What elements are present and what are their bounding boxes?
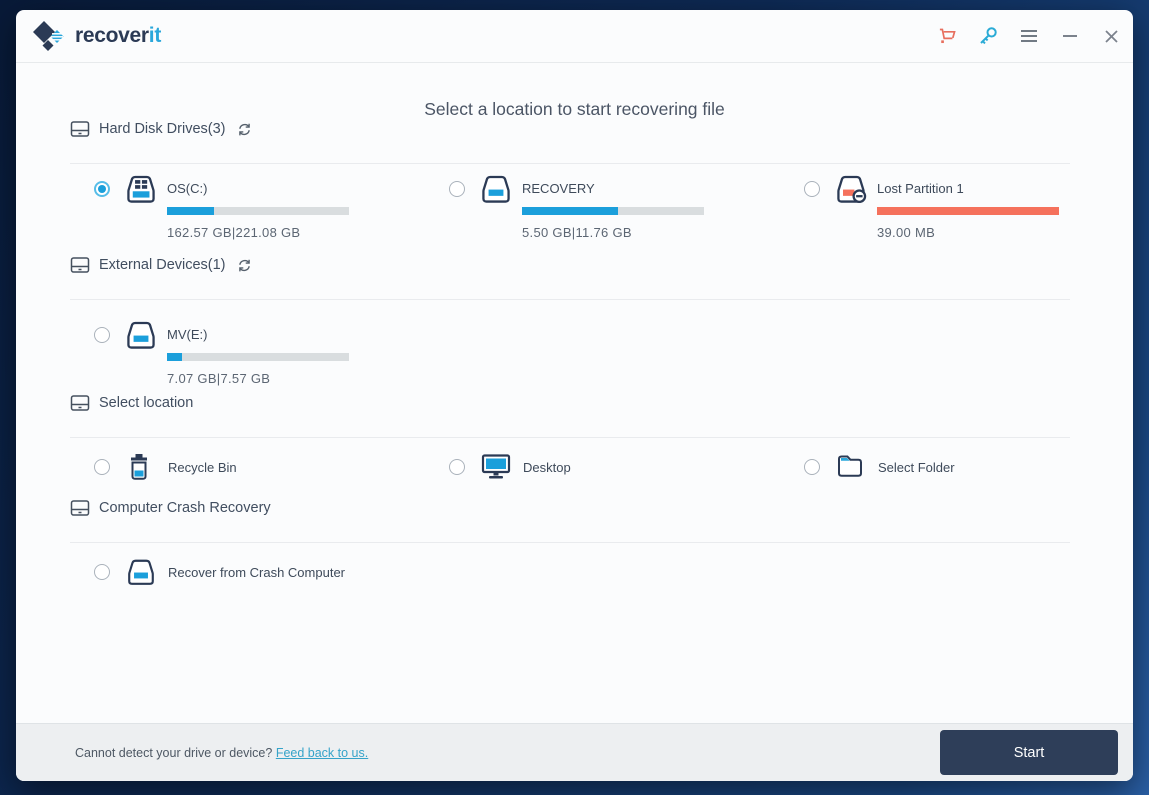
location-label: Recycle Bin bbox=[168, 460, 237, 475]
location-label: Desktop bbox=[523, 460, 571, 475]
location-label: Recover from Crash Computer bbox=[168, 565, 345, 580]
feedback-link[interactable]: Feed back to us. bbox=[276, 746, 368, 760]
system-drive-icon bbox=[125, 174, 157, 204]
hard-disk-list: OS(C:) 162.57 GB|221.08 GB RECOVERY 5.50… bbox=[94, 170, 1093, 240]
location-label: Select Folder bbox=[878, 460, 955, 475]
hard-drive-icon bbox=[70, 120, 90, 138]
drive-label: Lost Partition 1 bbox=[877, 174, 1059, 204]
capacity-bar-fill bbox=[877, 207, 1059, 215]
lost-partition-icon bbox=[835, 174, 867, 204]
capacity-bar bbox=[522, 207, 704, 215]
partition-drive-icon bbox=[125, 320, 157, 350]
capacity-bar-fill bbox=[167, 353, 182, 361]
section-label: Hard Disk Drives(3) bbox=[99, 121, 226, 137]
close-button[interactable] bbox=[1099, 24, 1123, 48]
hard-drive-icon bbox=[70, 256, 90, 274]
drive-card-mv-e[interactable]: MV(E:) 7.07 GB|7.57 GB bbox=[94, 316, 449, 386]
section-hard-disk-drives: Hard Disk Drives(3) bbox=[70, 129, 1070, 164]
refresh-icon[interactable] bbox=[237, 258, 252, 273]
capacity-bar-fill bbox=[522, 207, 618, 215]
app-window: recoverit bbox=[16, 10, 1133, 781]
radio-crash-computer[interactable] bbox=[94, 564, 110, 580]
section-label: Computer Crash Recovery bbox=[99, 500, 271, 516]
location-list: Recycle Bin Desktop Sele bbox=[94, 449, 1093, 485]
radio-os-c[interactable] bbox=[94, 181, 110, 197]
capacity-bar bbox=[167, 207, 349, 215]
folder-icon bbox=[836, 453, 866, 481]
radio-mv-e[interactable] bbox=[94, 327, 110, 343]
drive-size: 162.57 GB|221.08 GB bbox=[167, 225, 349, 240]
drive-size: 5.50 GB|11.76 GB bbox=[522, 225, 704, 240]
minimize-button[interactable] bbox=[1058, 24, 1082, 48]
section-crash-recovery: Computer Crash Recovery bbox=[70, 508, 1070, 543]
partition-drive-icon bbox=[126, 558, 156, 586]
drive-card-os-c[interactable]: OS(C:) 162.57 GB|221.08 GB bbox=[94, 170, 449, 240]
radio-recovery[interactable] bbox=[449, 181, 465, 197]
section-select-location: Select location bbox=[70, 403, 1070, 438]
drive-card-recovery[interactable]: RECOVERY 5.50 GB|11.76 GB bbox=[449, 170, 804, 240]
location-recycle-bin[interactable]: Recycle Bin bbox=[94, 449, 449, 485]
drive-card-lost-partition[interactable]: Lost Partition 1 39.00 MB bbox=[804, 170, 1093, 240]
location-select-folder[interactable]: Select Folder bbox=[804, 449, 1093, 485]
external-device-list: MV(E:) 7.07 GB|7.57 GB bbox=[94, 316, 1093, 386]
capacity-bar bbox=[167, 353, 349, 361]
start-button[interactable]: Start bbox=[940, 730, 1118, 775]
section-external-devices: External Devices(1) bbox=[70, 265, 1070, 300]
footer-bar: Cannot detect your drive or device? Feed… bbox=[16, 723, 1133, 781]
footer-help-text: Cannot detect your drive or device? Feed… bbox=[75, 746, 368, 760]
titlebar: recoverit bbox=[16, 10, 1133, 63]
desktop-monitor-icon bbox=[481, 453, 511, 481]
hard-drive-icon bbox=[70, 499, 90, 517]
location-crash-computer[interactable]: Recover from Crash Computer bbox=[94, 554, 449, 590]
radio-lost-partition[interactable] bbox=[804, 181, 820, 197]
radio-desktop[interactable] bbox=[449, 459, 465, 475]
app-name: recoverit bbox=[75, 24, 161, 48]
capacity-bar bbox=[877, 207, 1059, 215]
drive-label: OS(C:) bbox=[167, 174, 349, 204]
location-desktop[interactable]: Desktop bbox=[449, 449, 804, 485]
desktop-background: recoverit bbox=[0, 0, 1149, 795]
drive-size: 7.07 GB|7.57 GB bbox=[167, 371, 349, 386]
partition-drive-icon bbox=[480, 174, 512, 204]
cart-icon[interactable] bbox=[935, 24, 959, 48]
footer-question: Cannot detect your drive or device? bbox=[75, 746, 276, 760]
radio-select-folder[interactable] bbox=[804, 459, 820, 475]
key-icon[interactable] bbox=[976, 24, 1000, 48]
menu-icon[interactable] bbox=[1017, 24, 1041, 48]
refresh-icon[interactable] bbox=[237, 122, 252, 137]
hard-drive-icon bbox=[70, 394, 90, 412]
section-label: Select location bbox=[99, 395, 193, 411]
capacity-bar-fill bbox=[167, 207, 214, 215]
drive-label: RECOVERY bbox=[522, 174, 704, 204]
drive-size: 39.00 MB bbox=[877, 225, 1059, 240]
recoverit-logo-icon bbox=[32, 19, 66, 53]
drive-label: MV(E:) bbox=[167, 320, 349, 350]
section-label: External Devices(1) bbox=[99, 257, 226, 273]
app-logo: recoverit bbox=[32, 19, 161, 53]
radio-recycle-bin[interactable] bbox=[94, 459, 110, 475]
crash-recovery-list: Recover from Crash Computer bbox=[94, 554, 1093, 590]
page-title: Select a location to start recovering fi… bbox=[16, 99, 1133, 120]
titlebar-actions bbox=[918, 24, 1123, 48]
recycle-bin-icon bbox=[126, 453, 156, 481]
